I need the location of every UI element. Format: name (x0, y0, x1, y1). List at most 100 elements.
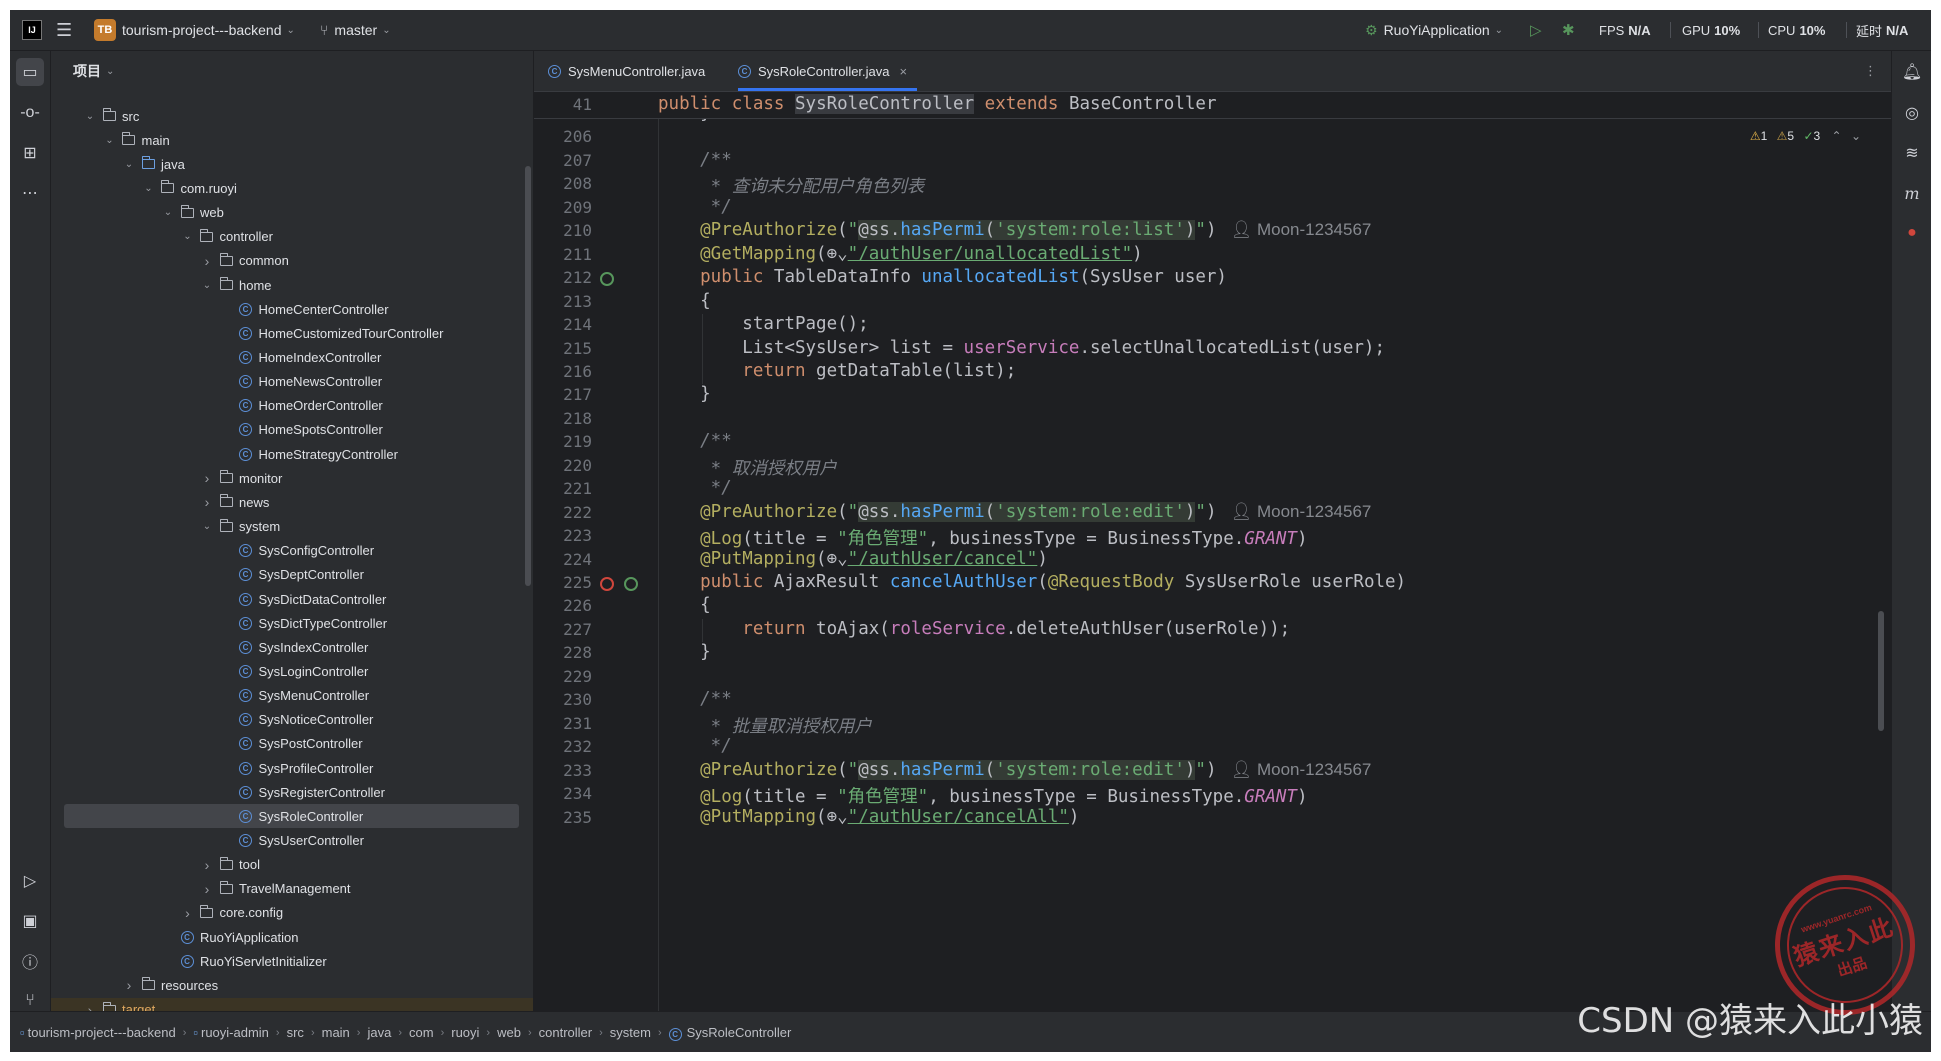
ai-assistant-icon[interactable]: ◎ (1898, 99, 1926, 127)
tree-node[interactable]: › resources (51, 973, 533, 997)
code-line[interactable]: */ (658, 197, 732, 217)
code-line[interactable]: @PreAuthorize("@ss.hasPermi('system:role… (658, 501, 1371, 522)
chevron-up-icon[interactable]: ⌃ (1832, 129, 1842, 143)
chevron-down-icon[interactable]: ⌄ (83, 111, 97, 122)
breadcrumb-item[interactable]: controller (539, 1025, 592, 1040)
database-icon[interactable]: ≋ (1898, 139, 1926, 167)
chevron-right-icon[interactable]: › (200, 253, 214, 269)
override-gutter-icon[interactable] (600, 577, 614, 591)
project-switcher[interactable]: TB tourism-project---backend ⌄ (94, 10, 295, 50)
tree-node[interactable]: C SysUserController (51, 829, 533, 853)
tree-node[interactable]: C SysDictTypeController (51, 611, 533, 635)
breadcrumb-item[interactable]: java (367, 1025, 391, 1040)
tree-node[interactable]: C SysDeptController (51, 563, 533, 587)
run-config-selector[interactable]: ⚙ RuoYiApplication ⌄ (1365, 10, 1503, 50)
code-line[interactable]: return toAjax(roleService.deleteAuthUser… (658, 619, 1290, 639)
chevron-down-icon[interactable]: ⌄ (142, 183, 156, 194)
problems-icon[interactable]: ⓘ (16, 947, 44, 975)
tree-node[interactable]: › TravelManagement (51, 877, 533, 901)
code-line[interactable]: startPage(); (658, 314, 868, 334)
chevron-down-icon[interactable]: ⌄ (1851, 129, 1861, 143)
tree-node[interactable]: C SysConfigController (51, 539, 533, 563)
app-logo[interactable]: IJ (22, 10, 42, 50)
tree-node[interactable]: C HomeCustomizedTourController (51, 321, 533, 345)
chevron-right-icon[interactable]: › (122, 977, 136, 993)
code-editor[interactable]: } /** * 查询未分配用户角色列表 */ @PreAuthorize("@s… (658, 92, 1888, 1011)
code-line[interactable]: /** (658, 150, 732, 170)
tree-node[interactable]: › tool (51, 853, 533, 877)
breadcrumb-item[interactable]: C SysRoleController (668, 1025, 791, 1041)
tree-node[interactable]: C RuoYiServletInitializer (51, 949, 533, 973)
code-line[interactable]: List<SysUser> list = userService.selectU… (658, 338, 1385, 358)
tree-node[interactable]: C SysMenuController (51, 684, 533, 708)
project-panel-header[interactable]: 项目 ⌄ (51, 51, 533, 91)
tree-node[interactable]: › monitor (51, 466, 533, 490)
branch-switcher[interactable]: ⑂ master ⌄ (320, 10, 391, 50)
chevron-right-icon[interactable]: › (200, 470, 214, 486)
tree-node[interactable]: ⌄ home (51, 273, 533, 297)
maven-icon[interactable]: m (1898, 179, 1926, 207)
terminal-icon[interactable]: ▣ (16, 907, 44, 935)
code-line[interactable]: public TableDataInfo unallocatedList(Sys… (658, 267, 1227, 287)
editor-scrollbar[interactable] (1878, 611, 1884, 731)
chevron-right-icon[interactable]: › (200, 881, 214, 897)
project-scrollbar[interactable] (525, 166, 531, 586)
breadcrumb-item[interactable]: main (322, 1025, 350, 1040)
tree-node[interactable]: C SysLoginController (51, 659, 533, 683)
services-icon[interactable]: ▷ (16, 867, 44, 895)
tree-node[interactable]: ⌄ src (51, 104, 533, 128)
code-line[interactable]: * 取消授权用户 (658, 455, 837, 480)
chevron-right-icon[interactable]: › (181, 905, 195, 921)
tree-node[interactable]: › target (51, 997, 533, 1011)
tree-node[interactable]: › common (51, 249, 533, 273)
tree-node[interactable]: ⌄ com.ruoyi (51, 176, 533, 200)
code-line[interactable]: */ (658, 478, 732, 498)
code-line[interactable]: @GetMapping(⊕⌄"/authUser/unallocatedList… (658, 244, 1143, 264)
main-menu-icon[interactable]: ☰ (56, 10, 72, 50)
tab-sysrolecontroller[interactable]: C SysRoleController.java × (738, 51, 918, 91)
plugin-icon[interactable]: ● (1898, 219, 1926, 247)
tree-node[interactable]: C SysDictDataController (51, 587, 533, 611)
chevron-down-icon[interactable]: ⌄ (200, 280, 214, 291)
sticky-header-line[interactable]: 41 public class SysRoleController extend… (534, 92, 1891, 119)
tab-sysmenucontroller[interactable]: C SysMenuController.java (548, 51, 705, 91)
inspection-widget[interactable]: ⚠1 ⚠5 ✓3 ⌃ ⌄ (1750, 129, 1861, 143)
chevron-right-icon[interactable]: › (83, 1002, 97, 1011)
tab-options-icon[interactable]: ⋮ (1864, 51, 1877, 91)
tree-node[interactable]: ⌄ main (51, 128, 533, 152)
code-line[interactable]: { (658, 291, 711, 311)
chevron-down-icon[interactable]: ⌄ (122, 159, 136, 170)
tree-node[interactable]: ⌄ java (51, 152, 533, 176)
code-line[interactable]: public AjaxResult cancelAuthUser(@Reques… (658, 572, 1406, 592)
endpoint-gutter-icon[interactable] (624, 577, 638, 591)
run-icon[interactable]: ▷ (1530, 10, 1542, 50)
commit-icon[interactable]: -o- (16, 99, 44, 127)
endpoint-gutter-icon[interactable] (600, 272, 614, 287)
tree-node[interactable]: C HomeNewsController (51, 370, 533, 394)
code-line[interactable]: * 批量取消授权用户 (658, 713, 872, 738)
tree-node[interactable]: ⌄ controller (51, 225, 533, 249)
tree-node[interactable]: ⌄ system (51, 515, 533, 539)
close-tab-icon[interactable]: × (900, 64, 908, 79)
code-line[interactable]: @PutMapping(⊕⌄"/authUser/cancel") (658, 549, 1048, 569)
tree-node[interactable]: C SysRoleController (64, 804, 519, 829)
breadcrumb-item[interactable]: ▫ ruoyi-admin (193, 1025, 269, 1040)
chevron-right-icon[interactable]: › (200, 494, 214, 510)
breadcrumb-item[interactable]: system (610, 1025, 651, 1040)
chevron-down-icon[interactable]: ⌄ (103, 135, 117, 146)
code-line[interactable]: * 查询未分配用户角色列表 (658, 173, 925, 198)
breadcrumb-item[interactable]: src (287, 1025, 304, 1040)
code-line[interactable]: return getDataTable(list); (658, 361, 1016, 381)
code-line[interactable]: } (658, 384, 711, 404)
code-line[interactable]: /** (658, 689, 732, 709)
breadcrumb-item[interactable]: com (409, 1025, 434, 1040)
git-author-hint[interactable]: 👤︎ Moon-1234567 (1217, 220, 1372, 239)
tree-node[interactable]: C SysPostController (51, 732, 533, 756)
code-line[interactable]: @PutMapping(⊕⌄"/authUser/cancelAll") (658, 807, 1079, 827)
debug-icon[interactable]: ✱ (1562, 10, 1575, 50)
tree-node[interactable]: C HomeIndexController (51, 346, 533, 370)
code-line[interactable]: @PreAuthorize("@ss.hasPermi('system:role… (658, 759, 1371, 780)
tree-node[interactable]: C SysProfileController (51, 756, 533, 780)
breadcrumb-item[interactable]: web (497, 1025, 521, 1040)
code-line[interactable]: @PreAuthorize("@ss.hasPermi('system:role… (658, 220, 1372, 241)
